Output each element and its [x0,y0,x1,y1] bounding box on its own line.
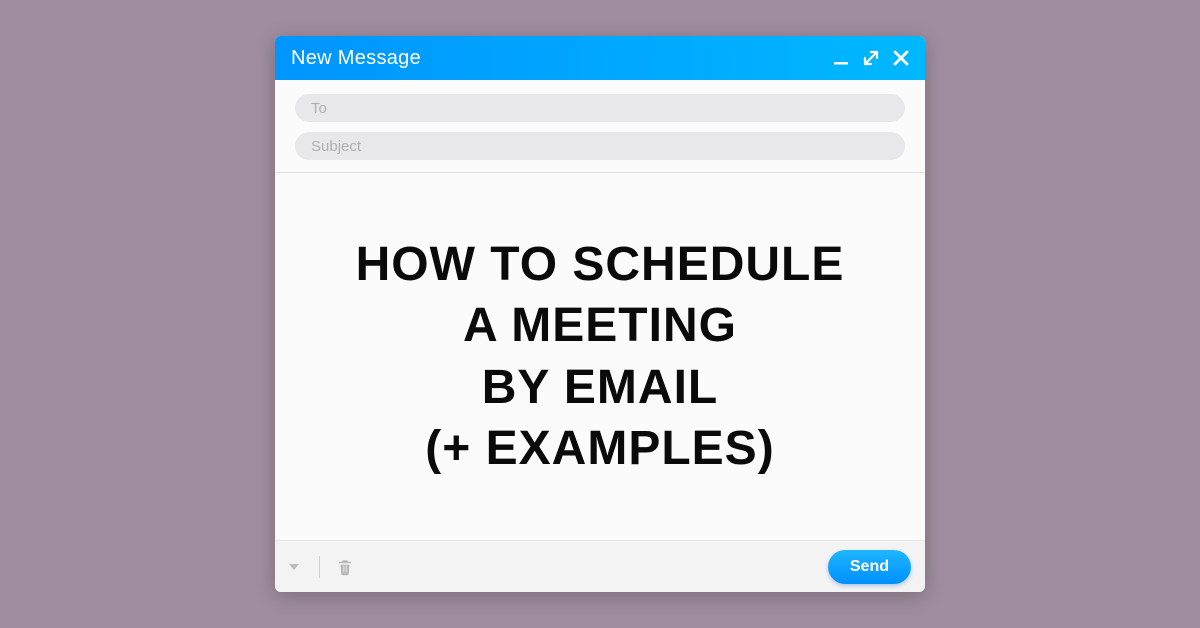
compose-footer: Send [275,540,925,592]
window-title: New Message [291,47,833,70]
compose-fields [275,80,925,173]
titlebar: New Message [275,36,925,80]
body-heading: HOW TO SCHEDULE A MEETING BY EMAIL (+ EX… [356,234,845,480]
minimize-icon[interactable] [833,50,849,66]
expand-icon[interactable] [863,50,879,66]
compose-body[interactable]: HOW TO SCHEDULE A MEETING BY EMAIL (+ EX… [275,173,925,540]
divider [319,556,320,578]
send-button[interactable]: Send [828,550,911,584]
compose-window: New Message HOW TO SCHEDULE A MEETING BY… [275,36,925,592]
subject-field[interactable] [295,132,905,160]
window-controls [833,50,909,66]
trash-icon[interactable] [336,558,354,576]
close-icon[interactable] [893,50,909,66]
more-icon[interactable] [289,564,299,570]
to-field[interactable] [295,94,905,122]
